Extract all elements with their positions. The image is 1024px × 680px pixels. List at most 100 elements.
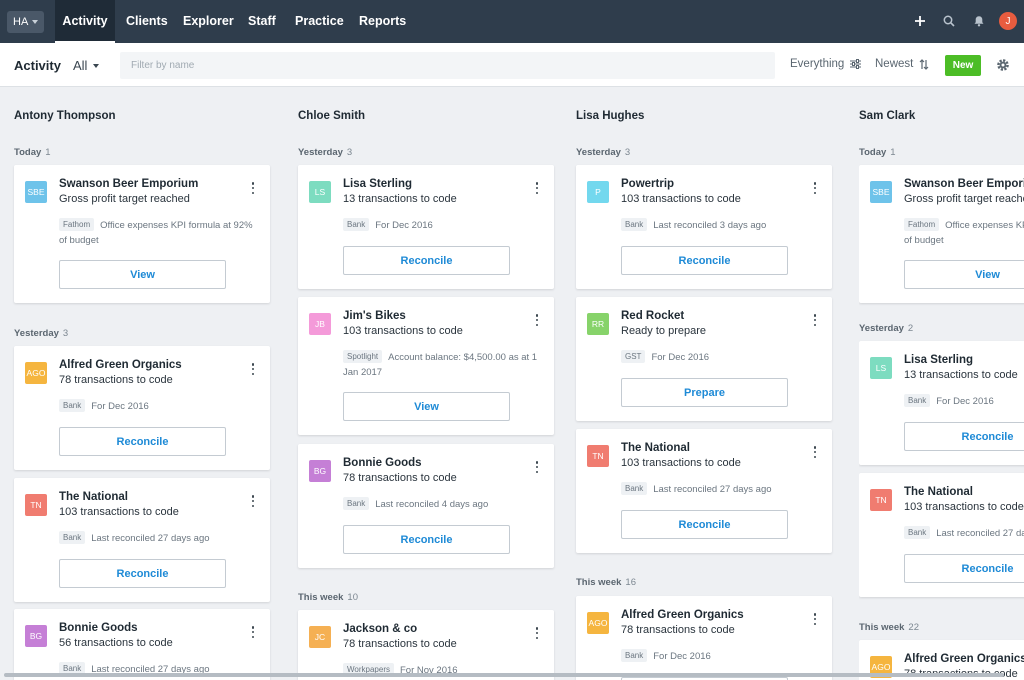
more-menu-icon[interactable] [535,314,539,326]
more-menu-icon[interactable] [813,314,817,326]
scrollbar-thumb[interactable] [4,673,1004,677]
search-icon[interactable] [939,11,959,31]
more-menu-icon[interactable] [535,627,539,639]
activity-card: JB Jim's Bikes 103 transactions to code … [298,297,554,435]
scope-dropdown[interactable]: All [73,58,100,73]
column-staff-name: Chloe Smith [298,110,366,122]
client-badge: RR [587,313,609,335]
client-badge: LS [309,181,331,203]
view-button[interactable]: View [904,260,1024,289]
group-label: This week 10 [298,592,358,603]
sort-control[interactable]: Newest [875,58,929,70]
reconcile-button[interactable]: Reconcile [904,422,1024,451]
source-tag: Fathom [904,218,940,231]
card-meta: Bank For Dec 2016 [621,649,821,664]
client-name: Bonnie Goods [343,457,422,469]
nav-explorer[interactable]: Explorer [183,0,234,43]
source-tag: GST [621,350,646,363]
chevron-down-icon [93,63,100,68]
nav-clients[interactable]: Clients [126,0,168,43]
client-name: Jim's Bikes [343,310,406,322]
sliders-icon [850,59,862,69]
bell-icon[interactable] [969,11,989,31]
client-name: Powertrip [621,178,675,190]
horizontal-scrollbar[interactable] [0,671,1024,680]
client-badge: JC [309,626,331,648]
nav-reports[interactable]: Reports [359,0,406,43]
activity-card: TN The National 103 transactions to code… [14,478,270,602]
gear-icon[interactable] [994,56,1012,74]
activity-card: LS Lisa Sterling 13 transactions to code… [859,341,1024,465]
everything-filter[interactable]: Everything [790,58,862,70]
card-subtitle: Gross profit target reached [59,193,190,205]
client-badge: TN [587,445,609,467]
reconcile-button[interactable]: Reconcile [343,246,510,275]
card-subtitle: 13 transactions to code [904,369,1018,381]
org-switcher[interactable]: HA [7,11,44,33]
client-name: The National [904,486,974,498]
client-name: Swanson Beer Emporium [904,178,1024,190]
card-meta: Bank Last reconciled 3 days ago [621,218,821,233]
reconcile-button[interactable]: Reconcile [904,554,1024,583]
more-menu-icon[interactable] [251,626,255,638]
card-meta: Bank For Dec 2016 [343,218,543,233]
source-tag: Bank [621,482,648,495]
view-button[interactable]: View [343,392,510,421]
activity-card: LS Lisa Sterling 13 transactions to code… [298,165,554,289]
card-subtitle: 13 transactions to code [343,193,457,205]
group-label: Today 1 [859,147,896,158]
card-subtitle: 103 transactions to code [621,193,741,205]
reconcile-button[interactable]: Reconcile [621,510,788,539]
reconcile-button[interactable]: Reconcile [621,246,788,275]
reconcile-button[interactable]: Reconcile [59,427,226,456]
more-menu-icon[interactable] [251,182,255,194]
more-menu-icon[interactable] [535,461,539,473]
source-tag: Spotlight [343,350,383,363]
group-label: Yesterday 3 [576,147,631,158]
user-avatar[interactable]: J [999,12,1017,30]
more-menu-icon[interactable] [251,495,255,507]
view-button[interactable]: View [59,260,226,289]
client-name: Red Rocket [621,310,685,322]
staff-column: Chloe Smith Yesterday 3 LS Lisa Sterling … [298,87,554,680]
activity-card: SBE Swanson Beer Emporium Gross profit t… [859,165,1024,303]
more-menu-icon[interactable] [813,446,817,458]
more-menu-icon[interactable] [535,182,539,194]
client-badge: TN [870,489,892,511]
card-subtitle: 78 transactions to code [343,638,457,650]
source-tag: Bank [904,526,931,539]
source-tag: Bank [59,531,86,544]
client-name: Jackson & co [343,623,418,635]
column-staff-name: Sam Clark [859,110,916,122]
reconcile-button[interactable]: Reconcile [343,525,510,554]
group-label: Yesterday 2 [859,323,914,334]
group-label: Yesterday 3 [298,147,353,158]
client-name: Lisa Sterling [343,178,413,190]
sort-label: Newest [875,58,914,70]
filter-input[interactable] [120,52,775,79]
plus-icon[interactable] [910,11,930,31]
card-subtitle: 78 transactions to code [343,472,457,484]
client-name: Lisa Sterling [904,354,974,366]
more-menu-icon[interactable] [251,363,255,375]
source-tag: Fathom [59,218,95,231]
card-subtitle: Gross profit target reached [904,193,1024,205]
card-meta: Bank For Dec 2016 [904,394,1024,409]
client-name: The National [59,491,129,503]
source-tag: Bank [343,218,370,231]
card-subtitle: 78 transactions to code [59,374,173,386]
activity-card: SBE Swanson Beer Emporium Gross profit t… [14,165,270,303]
activity-card: JC Jackson & co 78 transactions to code … [298,610,554,680]
reconcile-button[interactable]: Reconcile [59,559,226,588]
nav-activity[interactable]: Activity [55,0,115,43]
card-subtitle: 78 transactions to code [621,624,735,636]
nav-practice[interactable]: Practice [295,0,344,43]
more-menu-icon[interactable] [813,613,817,625]
staff-column: Antony Thompson Today 1 SBE Swanson Beer … [14,87,270,680]
nav-staff[interactable]: Staff [248,0,276,43]
more-menu-icon[interactable] [813,182,817,194]
prepare-button[interactable]: Prepare [621,378,788,407]
new-button[interactable]: New [945,55,981,76]
group-label: This week 22 [859,622,919,633]
card-subtitle: 103 transactions to code [343,325,463,337]
